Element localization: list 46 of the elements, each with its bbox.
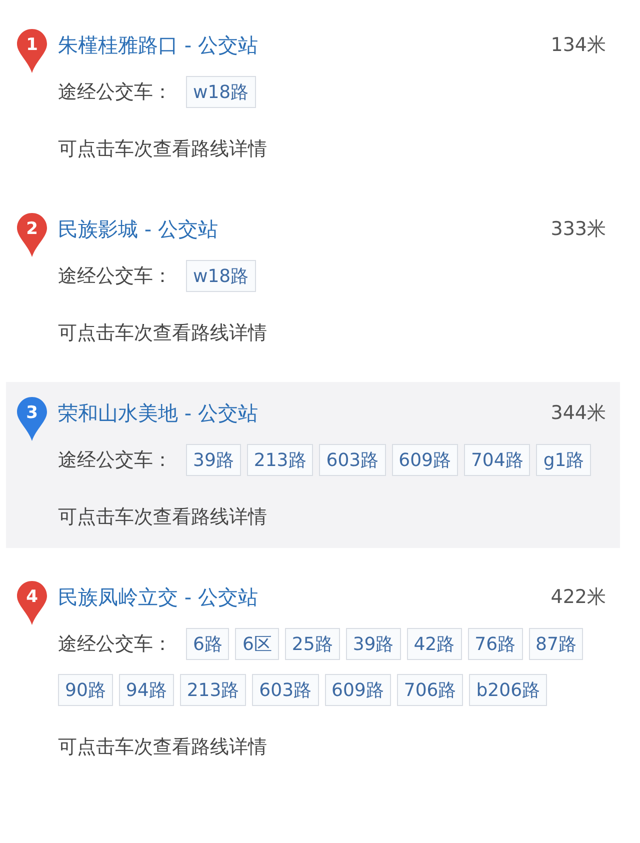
route-tag[interactable]: 25路 [284,628,340,660]
hint-text: 可点击车次查看路线详情 [58,735,268,760]
hint-text: 可点击车次查看路线详情 [58,137,268,162]
route-tag[interactable]: 6路 [186,628,230,660]
station-title[interactable]: 民族凤岭立交 - 公交站 [58,584,258,610]
route-tag[interactable]: 706路 [396,674,464,706]
routes-label: 途经公交车： [58,80,172,105]
station-item[interactable]: 4 民族凤岭立交 - 公交站 422米 途经公交车： 6路 6区 25路 39路 42路 76路 87路 90路 94路 213路 603路 609路 706路 b206路 可点击车次查看路线详情 [6,566,620,778]
station-item[interactable]: 1 朱槿桂雅路口 - 公交站 134米 途经公交车： w18路 可点击车次查看路线详情 [6,14,620,180]
route-tag[interactable]: 90路 [58,674,113,706]
routes-label: 途经公交车： [58,264,172,289]
route-tag[interactable]: 76路 [468,628,523,660]
route-tag[interactable]: 42路 [406,628,462,660]
routes-label: 途经公交车： [58,632,172,657]
station-title[interactable]: 民族影城 - 公交站 [58,216,218,242]
route-tag[interactable]: 603路 [319,444,386,476]
map-pin-icon: 2 [16,212,48,258]
map-pin-icon: 1 [16,28,48,74]
distance-text: 333米 [550,217,606,242]
route-tag[interactable]: 94路 [118,674,174,706]
route-tag[interactable]: w18路 [186,76,256,108]
hint-text: 可点击车次查看路线详情 [58,321,268,346]
route-tag[interactable]: 213路 [180,674,246,706]
route-tag[interactable]: 39路 [346,628,401,660]
route-tag[interactable]: 609路 [324,674,391,706]
station-title[interactable]: 朱槿桂雅路口 - 公交站 [58,32,258,58]
station-title[interactable]: 荣和山水美地 - 公交站 [58,400,258,426]
route-tag[interactable]: 704路 [464,444,530,476]
route-tag[interactable]: b206路 [469,674,548,706]
routes-label: 途经公交车： [58,448,172,473]
hint-text: 可点击车次查看路线详情 [58,505,268,530]
route-tag[interactable]: 87路 [528,628,584,660]
distance-text: 422米 [550,585,606,610]
distance-text: 344米 [550,401,606,426]
station-item[interactable]: 3 荣和山水美地 - 公交站 344米 途经公交车： 39路 213路 603路 609路 704路 g1路 可点击车次查看路线详情 [6,382,620,548]
route-tag[interactable]: 609路 [392,444,458,476]
station-item[interactable]: 2 民族影城 - 公交站 333米 途经公交车： w18路 可点击车次查看路线详情 [6,198,620,364]
route-tag[interactable]: g1路 [536,444,592,476]
map-pin-icon: 3 [16,396,48,442]
route-tag[interactable]: 603路 [252,674,319,706]
route-tag[interactable]: 6区 [235,628,279,660]
route-tag[interactable]: 213路 [246,444,314,476]
distance-text: 134米 [550,33,606,58]
map-pin-icon: 4 [16,580,48,626]
route-tag[interactable]: w18路 [186,260,256,292]
route-tag[interactable]: 39路 [186,444,241,476]
